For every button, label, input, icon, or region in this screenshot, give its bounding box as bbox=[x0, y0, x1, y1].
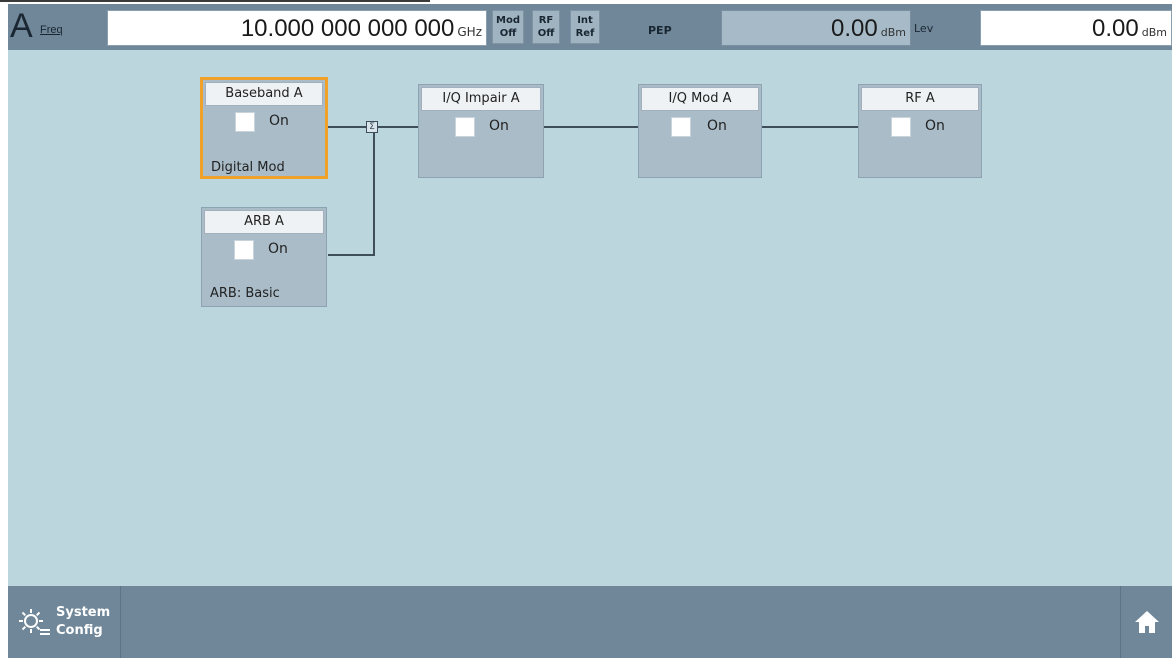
baseband-a-block[interactable]: Baseband A On Digital Mod bbox=[200, 77, 328, 179]
iq-impair-a-title[interactable]: I/Q Impair A bbox=[421, 87, 541, 111]
arb-a-on-label: On bbox=[268, 241, 288, 257]
channel-indicator: A bbox=[10, 7, 33, 45]
pep-label: PEP bbox=[648, 24, 672, 37]
iq-impair-a-on-checkbox[interactable] bbox=[455, 117, 475, 137]
frequency-field[interactable]: 10.000 000 000 000 GHz bbox=[107, 10, 487, 46]
rf-tag-line1: RF bbox=[538, 15, 554, 26]
arb-a-title[interactable]: ARB A bbox=[204, 210, 324, 234]
frequency-unit: GHz bbox=[457, 25, 482, 39]
mod-tag-line1: Mod bbox=[496, 15, 520, 26]
ref-status-button[interactable]: Int Ref bbox=[570, 10, 600, 44]
rf-tag-line2: Off bbox=[537, 28, 555, 39]
level-value: 0.00 bbox=[1092, 15, 1139, 42]
level-field[interactable]: 0.00 dBm bbox=[980, 10, 1172, 46]
arb-a-block[interactable]: ARB A On ARB: Basic bbox=[201, 207, 327, 307]
home-icon bbox=[1135, 611, 1159, 633]
mod-tag-line2: Off bbox=[499, 28, 517, 39]
gear-icon bbox=[19, 609, 50, 635]
rf-status-button[interactable]: RF Off bbox=[532, 10, 560, 44]
arb-a-on-checkbox[interactable] bbox=[234, 240, 254, 260]
mod-status-button[interactable]: Mod Off bbox=[492, 10, 524, 44]
system-label-line1: System bbox=[56, 605, 111, 620]
iq-mod-a-block[interactable]: I/Q Mod A On bbox=[638, 84, 762, 178]
system-config-label: System Config bbox=[56, 604, 110, 640]
baseband-a-title[interactable]: Baseband A bbox=[205, 82, 323, 106]
frequency-value: 10.000 000 000 000 bbox=[240, 15, 455, 42]
baseband-a-on-label: On bbox=[269, 113, 289, 129]
top-edge-line bbox=[0, 0, 430, 4]
system-config-button[interactable]: System Config bbox=[8, 586, 121, 658]
iq-mod-a-on-label: On bbox=[707, 118, 727, 134]
level-label: Lev bbox=[914, 22, 934, 35]
baseband-a-on-checkbox[interactable] bbox=[235, 112, 255, 132]
connector-line bbox=[762, 126, 858, 128]
iq-mod-a-title[interactable]: I/Q Mod A bbox=[641, 87, 759, 111]
sum-node-icon: Σ bbox=[366, 121, 378, 133]
freq-label[interactable]: Freq bbox=[40, 24, 63, 36]
softkey-bar: System Config bbox=[8, 586, 1172, 658]
rf-a-on-label: On bbox=[925, 118, 945, 134]
level-unit: dBm bbox=[1141, 26, 1167, 39]
iq-impair-a-on-label: On bbox=[489, 118, 509, 134]
rf-a-on-checkbox[interactable] bbox=[891, 117, 911, 137]
connector-line bbox=[378, 126, 418, 128]
pep-value: 0.00 bbox=[831, 15, 878, 42]
baseband-a-mode: Digital Mod bbox=[211, 160, 285, 175]
pep-field: 0.00 dBm bbox=[721, 10, 911, 46]
iq-mod-a-on-checkbox[interactable] bbox=[671, 117, 691, 137]
rf-a-title[interactable]: RF A bbox=[861, 87, 979, 111]
ref-tag-line2: Ref bbox=[575, 28, 595, 39]
system-label-line2: Config bbox=[56, 623, 103, 638]
pep-unit: dBm bbox=[880, 26, 906, 39]
arb-a-mode: ARB: Basic bbox=[210, 286, 280, 301]
home-button[interactable] bbox=[1120, 586, 1172, 658]
connector-line bbox=[326, 126, 366, 128]
ref-tag-line1: Int bbox=[577, 15, 593, 26]
status-header: A Freq 10.000 000 000 000 GHz Mod Off RF … bbox=[8, 4, 1172, 50]
rf-a-block[interactable]: RF A On bbox=[858, 84, 982, 178]
connector-line bbox=[544, 126, 638, 128]
connector-line bbox=[328, 254, 375, 256]
connector-line bbox=[373, 132, 375, 256]
app-window: A Freq 10.000 000 000 000 GHz Mod Off RF … bbox=[8, 4, 1172, 658]
iq-impair-a-block[interactable]: I/Q Impair A On bbox=[418, 84, 544, 178]
